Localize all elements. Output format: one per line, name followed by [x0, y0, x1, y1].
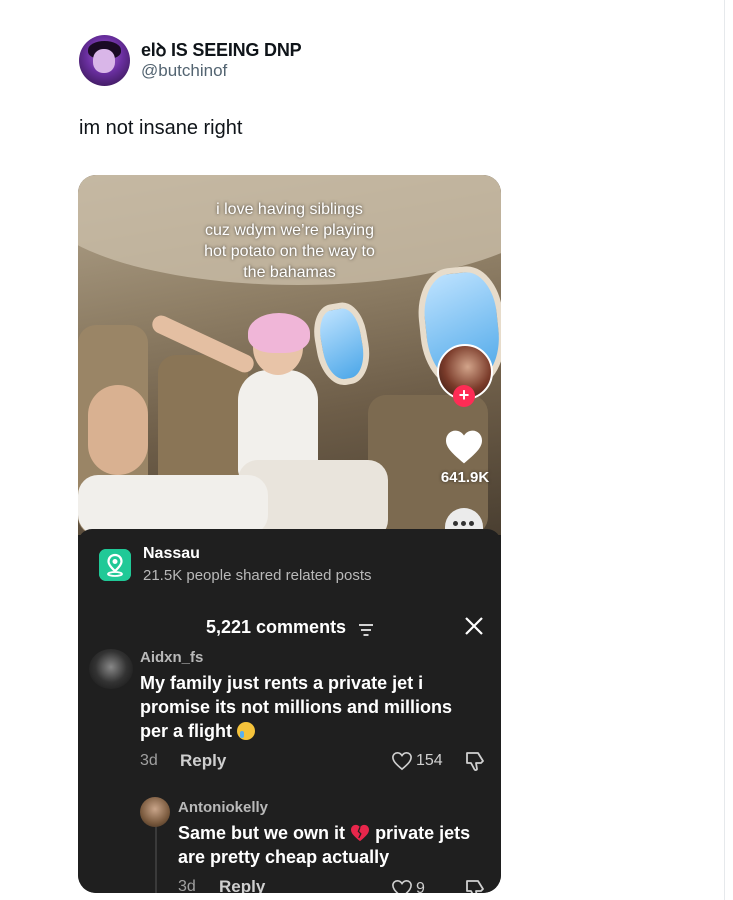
comments-panel: Nassau 21.5K people shared related posts… [78, 529, 501, 893]
location-pin-icon[interactable] [99, 549, 131, 581]
pink-bonnet [248, 313, 310, 353]
broken-heart-emoji-icon [351, 824, 370, 842]
dislike-icon[interactable] [464, 750, 486, 772]
caption-line: i love having siblings [216, 201, 363, 218]
dot [461, 521, 466, 526]
foreground-leg [78, 475, 268, 535]
comment-username[interactable]: Antoniokelly [178, 799, 268, 816]
caption-line: hot potato on the way to [204, 243, 375, 260]
video-caption: i love having siblings cuz wdym we’re pl… [78, 199, 501, 283]
comment-text-part: Same but we own it [178, 823, 346, 843]
tweet-text: im not insane right [79, 117, 243, 139]
comments-count: 5,221 comments [206, 617, 347, 637]
caption-line: cuz wdym we’re playing [205, 222, 374, 239]
caption-line: the bahamas [243, 264, 336, 281]
comment-text: My family just rents a private jet i pro… [140, 671, 480, 743]
avatar-face [93, 49, 115, 73]
like-count: 641.9K [440, 469, 490, 486]
commenter-avatar[interactable] [140, 797, 170, 827]
comment-text: Same but we own it private jets are pret… [178, 821, 498, 869]
comment-like-icon[interactable] [391, 751, 413, 771]
foreground-arm [88, 385, 148, 475]
embedded-video[interactable]: i love having siblings cuz wdym we’re pl… [78, 175, 501, 893]
video-frame[interactable]: i love having siblings cuz wdym we’re pl… [78, 175, 501, 535]
heart-icon[interactable] [444, 429, 484, 465]
display-name[interactable]: elꝺ IS SEEING DNP [141, 38, 302, 62]
reply-button[interactable]: Reply [219, 877, 265, 893]
comment-time: 3d [178, 878, 196, 893]
comment-time: 3d [140, 752, 158, 769]
content-border [724, 0, 725, 900]
plane-window [309, 299, 375, 389]
follow-plus-icon[interactable]: + [453, 385, 475, 407]
crying-emoji-icon [237, 722, 256, 740]
user-handle[interactable]: @butchinof [141, 61, 227, 81]
comment-username[interactable]: Aidxn_fs [140, 649, 203, 666]
location-subtitle: 21.5K people shared related posts [143, 567, 372, 584]
close-icon[interactable] [464, 616, 484, 636]
avatar[interactable] [79, 35, 130, 86]
comment-like-icon[interactable] [391, 879, 413, 893]
comment-like-count: 9 [416, 880, 425, 893]
dot [469, 521, 474, 526]
location-name[interactable]: Nassau [143, 545, 200, 563]
reply-button[interactable]: Reply [180, 751, 226, 771]
sort-filter-icon[interactable] [359, 624, 373, 636]
dot [453, 521, 458, 526]
comment-like-count: 154 [416, 752, 443, 769]
dislike-icon[interactable] [464, 878, 486, 893]
commenter-avatar[interactable] [89, 649, 133, 689]
comment-text-content: My family just rents a private jet i pro… [140, 673, 453, 741]
